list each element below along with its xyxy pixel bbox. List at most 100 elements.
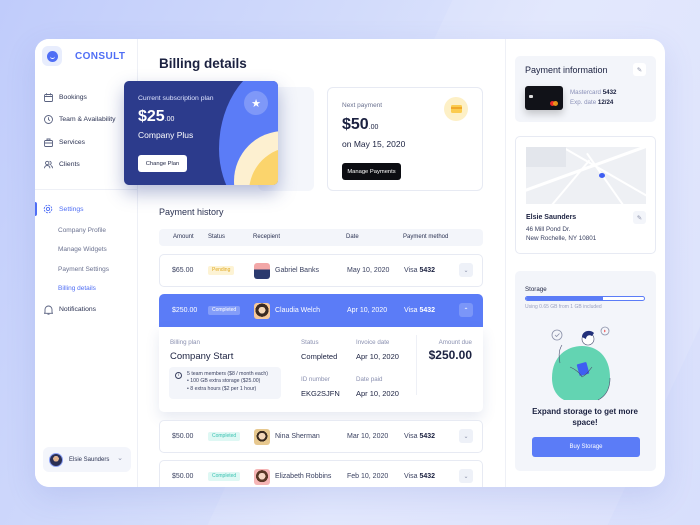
subscription-amount: $25.00 [138, 108, 174, 126]
column-header-status: Status [208, 234, 226, 240]
avatar [49, 452, 63, 467]
change-plan-button[interactable]: Change Plan [138, 155, 187, 172]
table-row[interactable]: $65.00 Pending Gabriel Banks May 10, 202… [159, 254, 483, 287]
id-number-label: ID number [301, 376, 330, 383]
sidebar: CONSULT Bookings Team & Availability Ser… [35, 39, 138, 487]
sidebar-item-label: Settings [59, 205, 84, 213]
briefcase-icon [43, 137, 53, 147]
credit-card-icon [444, 97, 468, 121]
avatar [254, 263, 270, 279]
bell-icon [43, 305, 53, 315]
date-paid-value: Apr 10, 2020 [356, 389, 399, 398]
table-header: Amount Status Recepient Date Payment met… [159, 229, 483, 246]
sidebar-item-label: Clients [59, 161, 80, 169]
sidebar-item-label: Bookings [59, 93, 87, 101]
sidebar-subitem-payment-settings[interactable]: Payment Settings [35, 260, 138, 280]
sidebar-divider [35, 189, 138, 190]
row-date: Feb 10, 2020 [347, 473, 389, 480]
address-line-2: New Rochelle, NY 10801 [526, 235, 597, 242]
avatar [254, 429, 270, 445]
row-amount: $250.00 [172, 307, 198, 314]
pencil-icon: ✎ [636, 214, 643, 222]
sidebar-subitem-company-profile[interactable]: Company Profile [35, 221, 138, 241]
sidebar-item-label: Services [59, 138, 86, 146]
row-payment-method: Visa 5432 [404, 473, 436, 480]
edit-payment-button[interactable]: ✎ [633, 63, 646, 76]
column-header-payment-method: Payment method [403, 234, 449, 240]
row-recipient: Claudia Welch [275, 307, 321, 314]
address-name: Elsie Saunders [526, 214, 577, 221]
card-brand: Mastercard 5432 [570, 89, 617, 96]
billing-plan-name: Company Start [170, 351, 234, 362]
edit-address-button[interactable]: ✎ [633, 211, 646, 224]
storage-headline: Expand storage to get more space! [532, 407, 638, 427]
column-header-date: Date [346, 234, 359, 240]
storage-progress-bar [525, 296, 645, 301]
subscription-label: Current subscription plan [138, 95, 214, 102]
avatar [254, 469, 270, 485]
status-badge: Completed [208, 472, 241, 481]
row-date: May 10, 2020 [347, 267, 390, 274]
amount-cents: .00 [368, 124, 379, 131]
status-label: Status [301, 339, 319, 346]
table-row[interactable]: $50.00 Completed Elizabeth Robbins Feb 1… [159, 460, 483, 487]
sidebar-item-services[interactable]: Services [35, 131, 138, 154]
avatar [254, 303, 270, 319]
row-date: Mar 10, 2020 [347, 433, 389, 440]
sidebar-item-team[interactable]: Team & Availability [35, 109, 138, 132]
divider [416, 335, 417, 395]
next-payment-card: Next payment $50.00 on May 15, 2020 Mana… [327, 87, 483, 191]
map-thumbnail[interactable] [526, 147, 646, 204]
table-row[interactable]: $50.00 Completed Nina Sherman Mar 10, 20… [159, 420, 483, 453]
app-window: CONSULT Bookings Team & Availability Ser… [35, 39, 665, 487]
logo[interactable]: CONSULT [42, 46, 125, 66]
column-header-recipient: Recepient [253, 234, 281, 240]
expand-row-button[interactable]: ⌄ [459, 263, 473, 277]
app-name: CONSULT [75, 50, 126, 62]
row-amount: $50.00 [172, 433, 194, 440]
smile-logo-icon [42, 46, 62, 66]
sidebar-subitem-billing-details[interactable]: Billing details [35, 279, 138, 299]
expand-row-button[interactable]: ⌄ [459, 469, 473, 483]
info-line: • 8 extra hours ($2 per 1 hour) [187, 385, 257, 392]
amount-cents: .00 [164, 116, 175, 123]
sidebar-item-label: Team & Availability [59, 116, 116, 124]
expand-row-button[interactable]: ⌄ [459, 429, 473, 443]
pencil-icon: ✎ [636, 66, 643, 74]
gear-icon [43, 204, 53, 214]
amount-dollars: $25 [138, 108, 165, 125]
payment-information-title: Payment information [525, 65, 608, 75]
next-payment-amount: $50.00 [342, 116, 378, 134]
info-icon: i [175, 372, 182, 379]
info-line: 5 team members ($8 / month each) [187, 371, 269, 377]
users-icon [43, 160, 53, 170]
row-payment-method: Visa 5432 [404, 307, 436, 314]
billing-plan-label: Billing plan [170, 339, 200, 346]
next-payment-date: on May 15, 2020 [342, 139, 406, 149]
user-name: Elsie Saunders [69, 456, 110, 463]
invoice-date-label: Invoice date [356, 339, 390, 346]
manage-payments-button[interactable]: Manage Payments [342, 163, 401, 180]
row-payment-method: Visa 5432 [404, 433, 436, 440]
amount-due-label: Amount due [438, 339, 472, 346]
sidebar-item-notifications[interactable]: Notifications [35, 299, 138, 322]
subscription-card: ★ Current subscription plan $25.00 Compa… [124, 81, 278, 185]
user-menu[interactable]: Elsie Saunders ⌄ [43, 447, 131, 472]
person-illustration [551, 326, 611, 401]
clock-icon [43, 115, 53, 125]
main-nav: Bookings Team & Availability Services Cl… [35, 86, 138, 176]
collapse-row-button[interactable]: ⌃ [459, 303, 473, 317]
table-row-expanded[interactable]: $250.00 Completed Claudia Welch Apr 10, … [159, 294, 483, 327]
sidebar-item-settings[interactable]: Settings [35, 198, 138, 221]
plan-info-box: i 5 team members ($8 / month each) • 100… [169, 367, 281, 399]
info-line: • 100 GB extra storage ($25.00) [187, 378, 261, 385]
calendar-icon [43, 92, 53, 102]
buy-storage-button[interactable]: Buy Storage [532, 437, 640, 457]
row-recipient: Elizabeth Robbins [275, 473, 332, 480]
sidebar-item-clients[interactable]: Clients [35, 154, 138, 177]
sidebar-subitem-manage-widgets[interactable]: Manage Widgets [35, 240, 138, 260]
invoice-date-value: Apr 10, 2020 [356, 352, 399, 361]
storage-usage-note: Using 0.65 GB from 1 GB included [525, 304, 602, 310]
sidebar-item-bookings[interactable]: Bookings [35, 86, 138, 109]
star-icon: ★ [244, 91, 268, 115]
